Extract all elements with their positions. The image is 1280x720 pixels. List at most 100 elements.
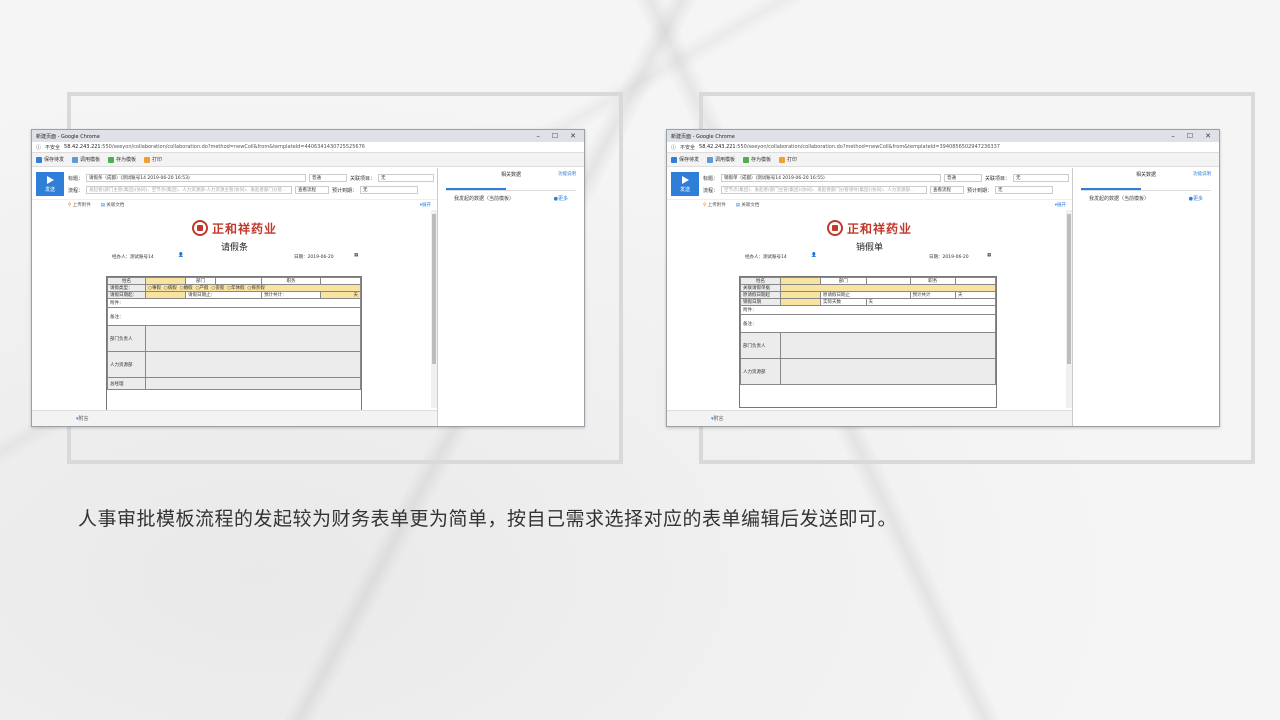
send-icon	[46, 175, 54, 184]
remark-row[interactable]: 备注：	[107, 307, 361, 326]
hr-opinion	[780, 358, 996, 385]
print-button[interactable]: 打印	[144, 156, 162, 163]
minimize-button[interactable]: –	[1171, 132, 1175, 140]
expand-link[interactable]: ▾展开	[1055, 202, 1066, 208]
more-link[interactable]: ●更多	[1189, 195, 1203, 202]
more-link[interactable]: ●更多	[554, 195, 568, 202]
remark-row[interactable]: 备注：	[740, 314, 996, 333]
radio-personal[interactable]: ○事假	[148, 286, 161, 291]
expand-link[interactable]: ▾展开	[420, 202, 431, 208]
save-template-icon	[743, 156, 750, 163]
deadline-select[interactable]: 无	[995, 186, 1054, 194]
view-flow-button[interactable]: 查看流程	[295, 186, 330, 194]
close-button[interactable]: ✕	[1205, 132, 1211, 140]
postscript-bar[interactable]: ▾ 附言	[667, 410, 1072, 426]
logo-text: 正和祥药业	[211, 221, 277, 236]
send-button[interactable]: 发送	[36, 172, 64, 196]
maximize-button[interactable]: ☐	[552, 132, 558, 140]
radio-marriage[interactable]: ○婚假	[180, 286, 193, 291]
view-flow-button[interactable]: 查看流程	[930, 186, 965, 194]
save-draft-button[interactable]: 保存待发	[671, 156, 699, 163]
leave-form-table: 姓名 部门 职务 请假类型： ○事假 ○病假 ○婚假 ○产假 ○丧假 ○年休假 …	[106, 276, 362, 414]
attachment-row[interactable]: 附件：	[107, 298, 361, 308]
cell-dept: 部门	[184, 277, 217, 285]
url-path: :550/seeyon/collaboration/collaboration.…	[735, 144, 1000, 150]
priority-select[interactable]: 普通	[944, 174, 983, 182]
actual-days-unit: 天	[865, 298, 996, 306]
address-bar[interactable]: ⓘ 不安全 58.42.243.221:550/seeyon/collabora…	[32, 142, 584, 153]
security-label: 不安全	[45, 144, 61, 151]
dept-input[interactable]	[215, 277, 263, 285]
info-icon: ⓘ	[671, 144, 677, 151]
save-as-template-button[interactable]: 存为模板	[108, 156, 136, 163]
upload-attachment-link[interactable]: ⚲ 上传附件	[68, 202, 91, 208]
cancel-form-table: 姓名 部门 职务 关联请假单据 原请假日期起 原请假日期止 预计共计 天 销假日…	[739, 276, 997, 408]
related-project-select[interactable]: 无	[1013, 174, 1070, 182]
flow-input[interactable]: 空节点(集团)、发起者(部门主管(集团)(协同)、发起者部门分管领导(集团)(协…	[721, 186, 928, 194]
browser-titlebar: 新建页面 - Google Chrome – ☐ ✕	[667, 130, 1219, 142]
subject-input[interactable]: 销假单（成都）(测试账号14 2019-06-20 16:55)	[721, 174, 942, 182]
save-template-icon	[108, 156, 115, 163]
maximize-button[interactable]: ☐	[1187, 132, 1193, 140]
form-scrollbar[interactable]	[431, 210, 437, 408]
radio-sick[interactable]: ○病假	[164, 286, 177, 291]
orig-start-input[interactable]	[780, 291, 821, 299]
related-data-panel: 相关数据 功能说明 我发起的数据（当前模板） ●更多	[1073, 168, 1219, 426]
radio-funeral[interactable]: ○丧假	[211, 286, 224, 291]
flow-input[interactable]: 发起者(部门主管(集团)(协同)、空节点(集团)、人力资源部-人力资源主管(协同…	[86, 186, 293, 194]
slide-caption: 人事审批模板流程的发起较为财务表单更为简单，按自己需求选择对应的表单编辑后发送即…	[78, 508, 898, 530]
dept-input[interactable]	[865, 277, 911, 285]
form-scrollbar[interactable]	[1066, 210, 1072, 408]
related-project-select[interactable]: 无	[378, 174, 435, 182]
attachment-row[interactable]: 附件：	[740, 305, 996, 315]
send-button[interactable]: 发送	[671, 172, 699, 196]
save-as-template-button[interactable]: 存为模板	[743, 156, 771, 163]
related-doc-link[interactable]: ▤ 关联文档	[101, 202, 125, 208]
print-button[interactable]: 打印	[779, 156, 797, 163]
security-label: 不安全	[680, 144, 696, 151]
title-input[interactable]	[955, 277, 996, 285]
deadline-select[interactable]: 无	[360, 186, 419, 194]
screenshot-leave-cancel: 新建页面 - Google Chrome – ☐ ✕ ⓘ 不安全 58.42.2…	[666, 129, 1220, 427]
save-draft-button[interactable]: 保存待发	[36, 156, 64, 163]
address-bar[interactable]: ⓘ 不安全 58.42.243.221:550/seeyon/collabora…	[667, 142, 1219, 153]
form-title: 请假条	[220, 243, 248, 253]
name-input[interactable]	[145, 277, 186, 285]
save-icon	[671, 156, 677, 163]
priority-select[interactable]: 普通	[309, 174, 348, 182]
linked-leave-input[interactable]	[780, 284, 996, 292]
dept-head-label: 部门负责人	[740, 332, 781, 359]
url-host: 58.42.243.221	[699, 144, 736, 150]
radio-family[interactable]: ○探亲假	[247, 286, 264, 291]
estimate-label: 预计共计	[909, 291, 956, 299]
browser-titlebar: 新建页面 - Google Chrome – ☐ ✕	[32, 130, 584, 142]
use-template-button[interactable]: 调用模板	[72, 156, 100, 163]
title-input[interactable]	[320, 277, 361, 285]
related-doc-link[interactable]: ▤ 关联文档	[736, 202, 760, 208]
postscript-bar[interactable]: ▾ 附言	[32, 410, 437, 426]
radio-maternity[interactable]: ○产假	[195, 286, 208, 291]
total-input[interactable]: 天	[320, 291, 361, 299]
my-data-link[interactable]: 我发起的数据（当前模板）	[1089, 195, 1149, 202]
radio-annual[interactable]: ○年休假	[227, 286, 244, 291]
window-title: 新建页面 - Google Chrome	[671, 133, 735, 140]
print-icon	[144, 156, 151, 163]
name-input[interactable]	[780, 277, 821, 285]
start-date-input[interactable]	[145, 291, 186, 299]
minimize-button[interactable]: –	[536, 132, 540, 140]
related-data-title: 相关数据	[1135, 171, 1156, 178]
flow-label: 流程：	[703, 187, 719, 194]
help-link[interactable]: 功能说明	[1193, 171, 1211, 177]
cell-name: 姓名	[107, 277, 146, 285]
subject-input[interactable]: 请假条（成都）(测试账号14 2019-06-20 16:53)	[86, 174, 307, 182]
operator-label: 经办人：测试账号14	[112, 255, 154, 260]
help-link[interactable]: 功能说明	[558, 171, 576, 177]
use-template-button[interactable]: 调用模板	[707, 156, 735, 163]
cell-name: 姓名	[740, 277, 781, 285]
close-button[interactable]: ✕	[570, 132, 576, 140]
logo-mark-icon	[826, 220, 843, 236]
flow-label: 流程：	[68, 187, 84, 194]
cancel-date-input[interactable]	[780, 298, 821, 306]
upload-attachment-link[interactable]: ⚲ 上传附件	[703, 202, 726, 208]
my-data-link[interactable]: 我发起的数据（当前模板）	[454, 195, 514, 202]
